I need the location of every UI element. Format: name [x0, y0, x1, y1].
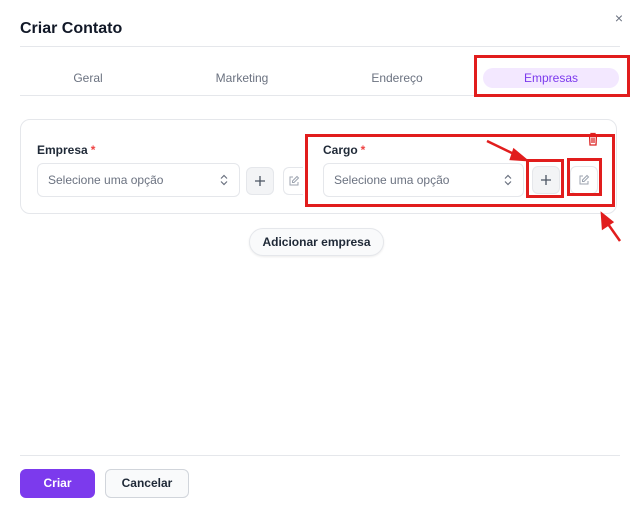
chevron-updown-icon [503, 164, 513, 196]
plus-icon [541, 175, 551, 185]
cargo-select-placeholder: Selecione uma opção [334, 173, 450, 187]
footer-divider [20, 455, 620, 456]
tab-geral[interactable]: Geral [48, 68, 128, 88]
empresa-select[interactable]: Selecione uma opção [37, 163, 240, 197]
tab-marketing[interactable]: Marketing [202, 68, 282, 88]
chevron-updown-icon [219, 164, 229, 196]
annotation-arrow-edit [606, 223, 622, 242]
cargo-label: Cargo * [323, 143, 366, 157]
edit-empresa-button[interactable] [283, 167, 303, 195]
modal-title: Criar Contato [20, 20, 123, 37]
pencil-square-icon [289, 175, 299, 186]
tab-empresas[interactable]: Empresas [483, 68, 619, 88]
required-mark: * [90, 143, 96, 157]
cancel-button[interactable]: Cancelar [105, 469, 189, 498]
close-icon[interactable]: × [611, 10, 627, 26]
tab-bar: Geral Marketing Endereço Empresas [20, 62, 620, 94]
plus-icon [255, 176, 265, 186]
add-cargo-button[interactable] [532, 166, 560, 194]
add-company-button[interactable]: Adicionar empresa [249, 228, 384, 256]
pencil-square-icon [579, 174, 590, 185]
add-empresa-button[interactable] [246, 167, 274, 195]
empresa-select-placeholder: Selecione uma opção [48, 173, 164, 187]
empresa-label: Empresa * [37, 143, 96, 157]
tab-endereco[interactable]: Endereço [357, 68, 437, 88]
tabs-divider [20, 95, 620, 96]
annotation-arrowhead-edit [600, 211, 615, 231]
create-contact-modal: Criar Contato × Geral Marketing Endereço… [0, 0, 640, 511]
header-divider [20, 46, 620, 47]
edit-cargo-button[interactable] [570, 166, 598, 194]
cargo-select[interactable]: Selecione uma opção [323, 163, 524, 197]
required-mark: * [360, 143, 366, 157]
trash-icon[interactable] [587, 132, 599, 146]
create-button[interactable]: Criar [20, 469, 95, 498]
